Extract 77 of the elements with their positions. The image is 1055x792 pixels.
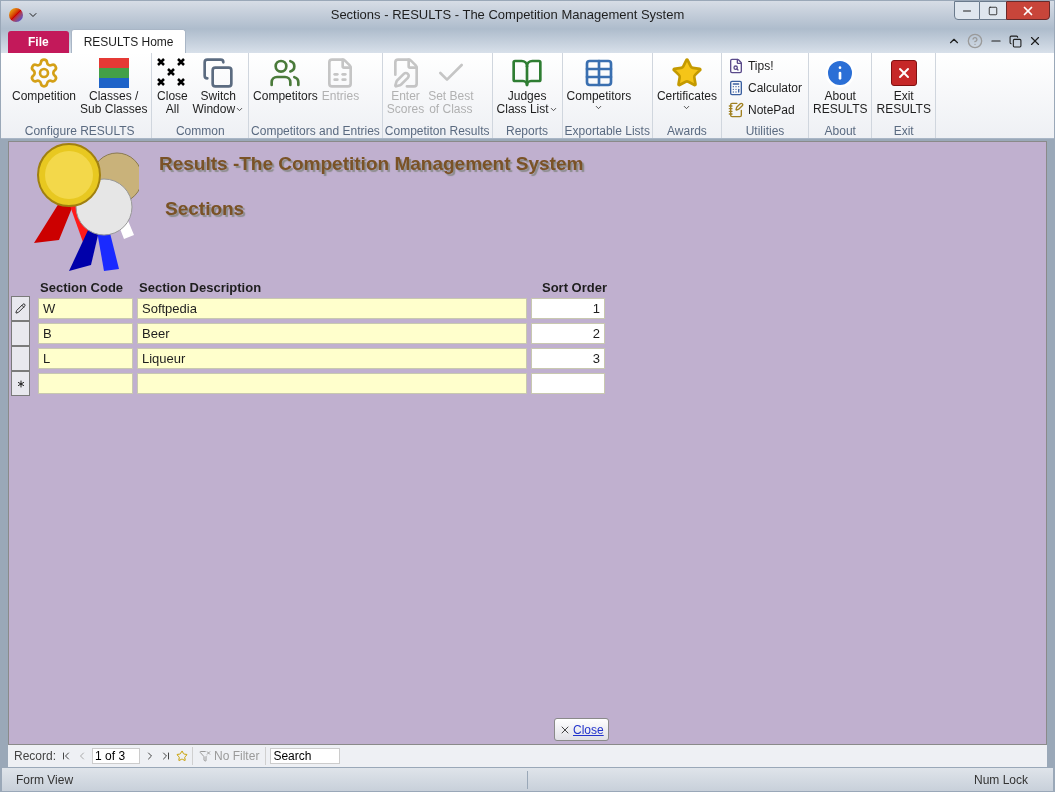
ribbon-button[interactable]: Certificates <box>654 56 719 112</box>
group-label: Competitors and Entries <box>251 123 380 138</box>
group-label: Competiton Results <box>384 123 490 138</box>
window-title: Sections - RESULTS - The Competition Management System <box>330 7 685 23</box>
close-icon <box>890 60 917 86</box>
row-selector[interactable] <box>11 371 30 396</box>
calculator-icon <box>728 80 744 96</box>
app-icon[interactable] <box>9 8 23 22</box>
group-label: Exit <box>892 123 915 138</box>
windows-icon <box>202 57 235 89</box>
sort-order-field[interactable]: 2 <box>531 323 605 344</box>
row-selector[interactable] <box>11 321 30 346</box>
ribbon-button[interactable]: Switch Window <box>190 56 247 116</box>
magnifier-icon <box>728 58 744 74</box>
ribbon-button[interactable]: Classes / Sub Classes <box>78 56 150 116</box>
record-position-field[interactable]: 1 of 3 <box>92 748 141 764</box>
gears-icon <box>28 57 60 89</box>
pencil-icon <box>15 303 26 314</box>
ribbon-tab[interactable]: RESULTS Home <box>70 29 187 53</box>
caret-icon <box>682 103 692 112</box>
group-label: Common <box>174 123 226 138</box>
caret-icon <box>548 105 558 114</box>
status-text: Form View <box>2 770 528 789</box>
group-label: Exportable Lists <box>564 123 650 138</box>
minimize-button[interactable] <box>954 1 980 20</box>
sort-order-field[interactable]: 3 <box>531 348 605 369</box>
record-label: Record: <box>14 748 57 765</box>
code-field[interactable]: L <box>38 348 133 369</box>
ribbon-button[interactable]: Competitors <box>564 56 634 112</box>
people-icon <box>269 57 302 89</box>
code-field[interactable] <box>38 373 133 394</box>
ribbon-button[interactable]: About RESULTS <box>811 56 870 116</box>
description-field[interactable]: Softpedia <box>137 298 527 319</box>
ribbon-button[interactable]: Tips! <box>724 55 806 77</box>
ribbon-button[interactable]: NotePad <box>724 99 806 121</box>
caret-icon <box>594 103 604 112</box>
sort-order-field[interactable]: 1 <box>531 298 605 319</box>
ribbon-button[interactable]: Competitors <box>251 56 320 103</box>
group-label: Configure RESULTS <box>23 123 136 138</box>
filter-icon <box>199 750 212 762</box>
description-field[interactable]: Beer <box>137 323 527 344</box>
ribbon-button[interactable]: Judges Class List <box>494 56 560 116</box>
close-button[interactable] <box>1006 1 1050 20</box>
ledger-icon <box>511 57 544 89</box>
close-icon[interactable] <box>1028 34 1042 48</box>
sort-order-field[interactable] <box>531 373 605 394</box>
help-icon[interactable] <box>967 33 983 49</box>
form-title: Results -The Competition Management System <box>159 152 584 176</box>
restore-icon[interactable] <box>1009 34 1022 48</box>
form-subtitle: Sections <box>165 196 246 221</box>
ribbon-button[interactable]: Close All <box>154 56 191 116</box>
status-text: Num Lock <box>973 771 1029 789</box>
description-field[interactable]: Liqueur <box>137 348 527 369</box>
color-bands-icon <box>97 57 130 89</box>
group-label: About <box>823 123 857 138</box>
description-field[interactable] <box>137 373 527 394</box>
notepad-icon <box>728 102 744 118</box>
group-label: Reports <box>505 123 550 138</box>
code-field[interactable]: B <box>38 323 133 344</box>
group-label: Utilities <box>744 123 786 138</box>
caret-icon <box>235 105 245 114</box>
close-button[interactable]: Close <box>554 718 609 741</box>
ribbon-button[interactable]: Competition <box>10 56 79 103</box>
column-header: Section Description <box>139 279 263 296</box>
star-icon <box>670 57 703 89</box>
column-header: Section Code <box>40 279 125 296</box>
code-field[interactable]: W <box>38 298 133 319</box>
maximize-button[interactable] <box>980 1 1006 20</box>
maximize-icon <box>988 5 998 16</box>
ribbon-button[interactable]: Calculator <box>724 77 806 99</box>
search-field[interactable]: Search <box>270 748 341 764</box>
row-selector[interactable] <box>11 296 30 321</box>
ribbon-button[interactable]: Exit RESULTS <box>874 56 933 116</box>
column-header: Sort Order <box>541 279 607 296</box>
group-label: Awards <box>666 123 708 138</box>
row-selector[interactable] <box>11 346 30 371</box>
file-tab[interactable]: File <box>8 31 69 53</box>
